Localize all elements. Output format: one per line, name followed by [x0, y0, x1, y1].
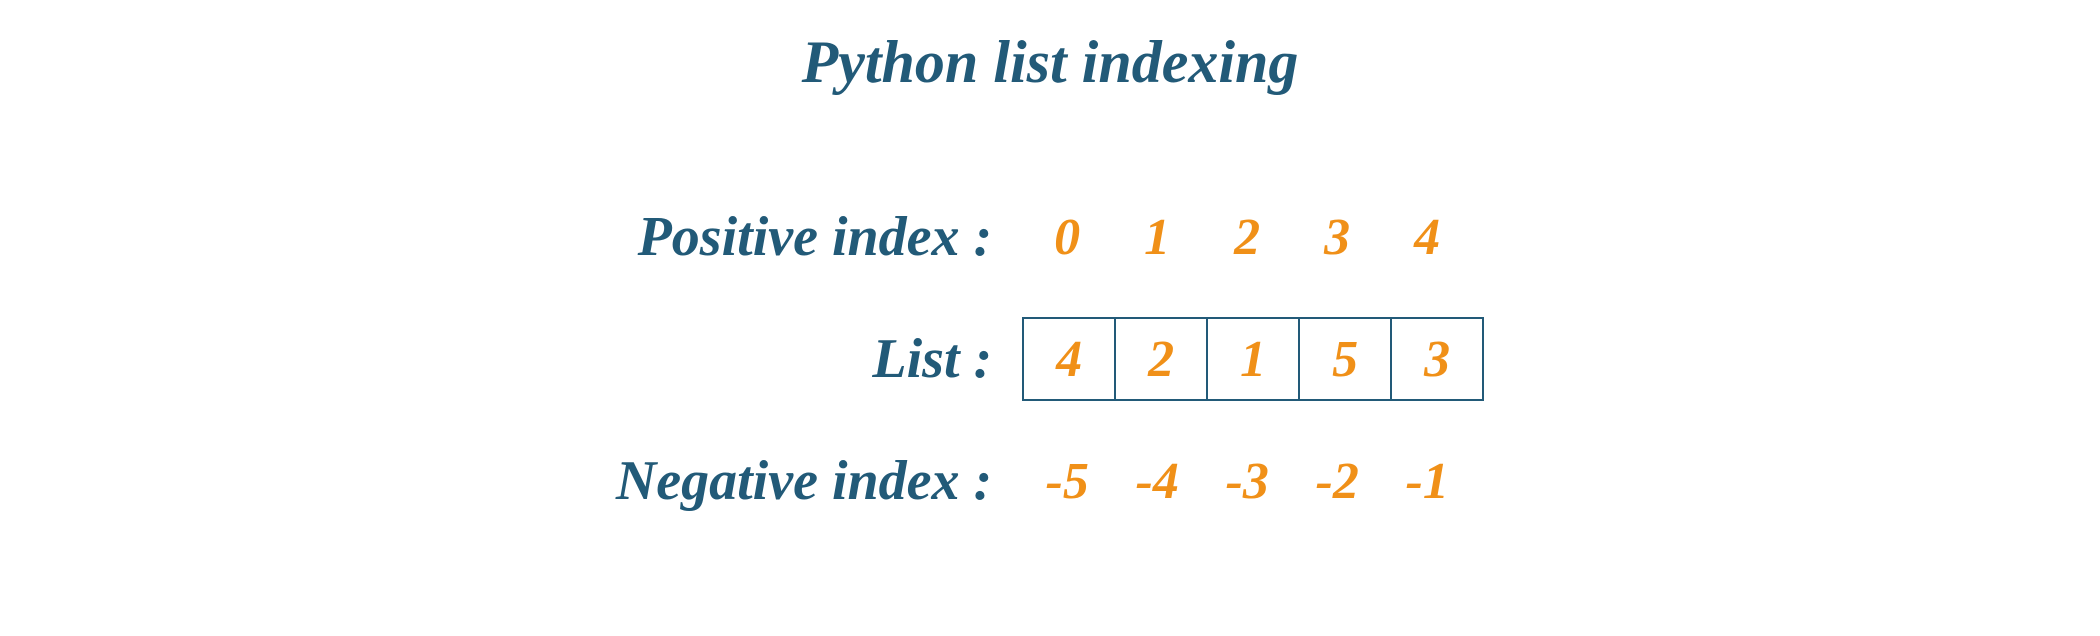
list-cell: 3: [1390, 317, 1484, 401]
positive-index-label: Positive index :: [616, 205, 992, 269]
positive-index-cell: 4: [1382, 197, 1472, 277]
negative-index-cells: -5 -4 -3 -2 -1: [1022, 441, 1484, 521]
negative-index-cell: -1: [1382, 441, 1472, 521]
list-label: List :: [616, 327, 992, 391]
positive-index-cell: 2: [1202, 197, 1292, 277]
negative-index-cell: -5: [1022, 441, 1112, 521]
list-cell: 4: [1022, 317, 1114, 401]
positive-index-cell: 3: [1292, 197, 1382, 277]
diagram-rows: Positive index : 0 1 2 3 4 List : 4 2 1 …: [616, 197, 1484, 521]
list-cell: 1: [1206, 317, 1298, 401]
list-cell: 2: [1114, 317, 1206, 401]
diagram-container: Python list indexing Positive index : 0 …: [0, 0, 2100, 636]
positive-index-cell: 1: [1112, 197, 1202, 277]
positive-index-cells: 0 1 2 3 4: [1022, 197, 1484, 277]
diagram-title: Python list indexing: [802, 28, 1299, 97]
list-cell: 5: [1298, 317, 1390, 401]
positive-index-cell: 0: [1022, 197, 1112, 277]
negative-index-cell: -4: [1112, 441, 1202, 521]
negative-index-cell: -2: [1292, 441, 1382, 521]
negative-index-label: Negative index :: [616, 449, 992, 513]
list-cells: 4 2 1 5 3: [1022, 317, 1484, 401]
negative-index-cell: -3: [1202, 441, 1292, 521]
